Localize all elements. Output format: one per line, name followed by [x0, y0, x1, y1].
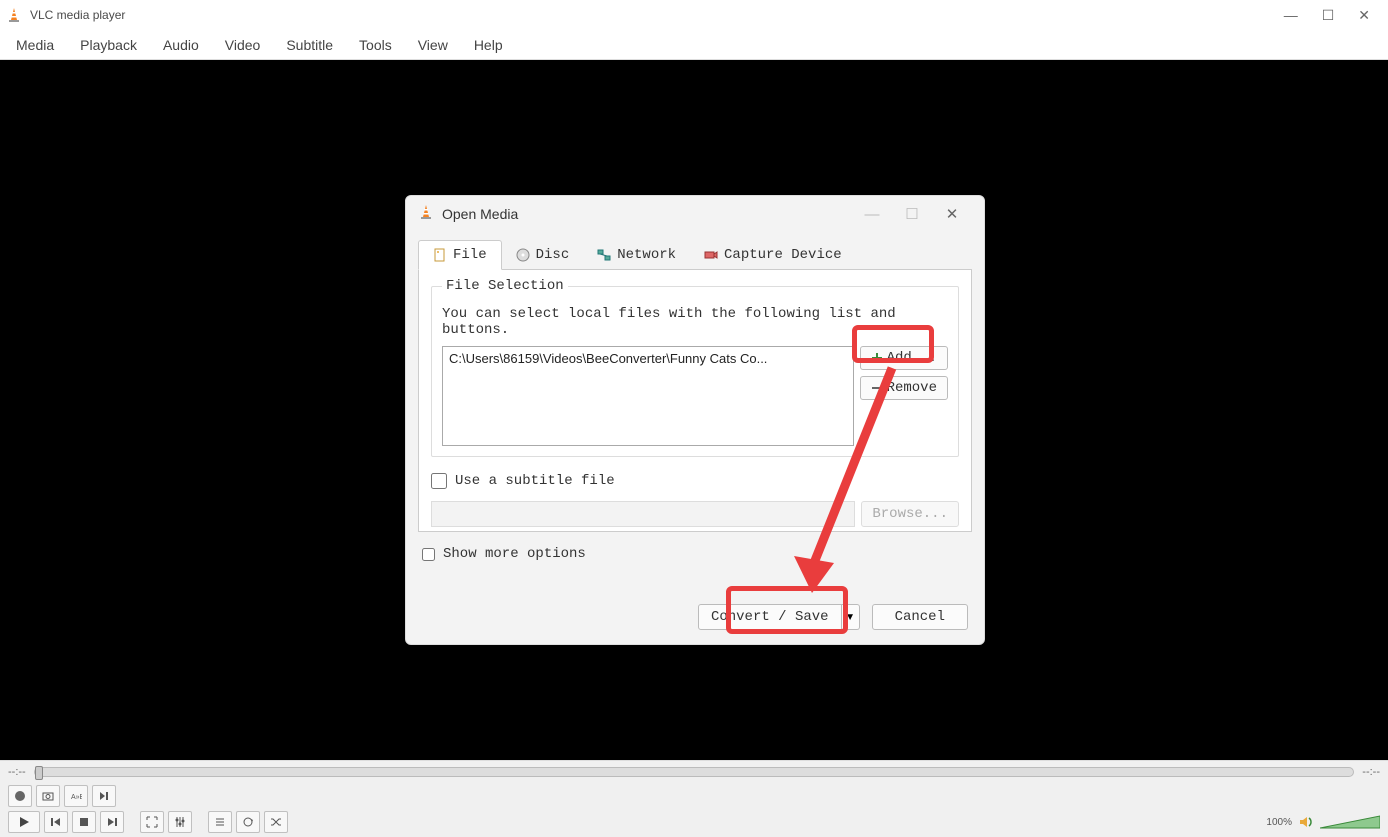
frame-step-button[interactable] [92, 785, 116, 807]
window-controls: — ☐ ✕ [1284, 7, 1382, 24]
time-total: --:-- [1362, 766, 1380, 778]
convert-save-dropdown[interactable]: ▼ [842, 604, 860, 630]
dialog-tabs: File Disc Network Capture Device [418, 240, 972, 270]
playlist-button[interactable] [208, 811, 232, 833]
menubar: Media Playback Audio Video Subtitle Tool… [0, 30, 1388, 60]
dialog-titlebar[interactable]: Open Media — ☐ ✕ [406, 196, 984, 232]
remove-button[interactable]: Remove [860, 376, 948, 400]
show-more-options-checkbox[interactable] [422, 548, 435, 561]
menu-video[interactable]: Video [213, 33, 273, 57]
window-maximize-icon[interactable]: ☐ [1322, 7, 1335, 24]
time-elapsed: --:-- [8, 766, 26, 778]
tab-capture-device[interactable]: Capture Device [690, 240, 856, 269]
window-close-icon[interactable]: ✕ [1358, 7, 1370, 24]
tab-network[interactable]: Network [583, 240, 690, 269]
tab-file[interactable]: File [418, 240, 502, 270]
window-title: VLC media player [30, 8, 1284, 22]
shuffle-button[interactable] [264, 811, 288, 833]
frame-step-icon [98, 790, 110, 802]
extended-settings-button[interactable] [168, 811, 192, 833]
stop-button[interactable] [72, 811, 96, 833]
titlebar: VLC media player — ☐ ✕ [0, 0, 1388, 30]
disc-icon [516, 248, 530, 262]
menu-view[interactable]: View [406, 33, 460, 57]
file-selection-group: File Selection You can select local file… [431, 278, 959, 457]
loop-icon [242, 816, 254, 828]
show-more-options-label: Show more options [443, 546, 586, 562]
file-icon [433, 248, 447, 262]
menu-media[interactable]: Media [4, 33, 66, 57]
dialog-title: Open Media [442, 206, 852, 222]
open-media-dialog: Open Media — ☐ ✕ File Disc Network Captu… [405, 195, 985, 645]
dialog-minimize-icon[interactable]: — [852, 206, 892, 223]
dialog-close-icon[interactable]: ✕ [932, 205, 972, 223]
volume-slider[interactable] [1320, 814, 1380, 830]
skip-forward-icon [106, 816, 118, 828]
stop-icon [78, 816, 90, 828]
snapshot-button[interactable] [36, 785, 60, 807]
seek-handle[interactable] [35, 766, 43, 780]
svg-text:A»B: A»B [71, 794, 82, 801]
vlc-cone-icon [418, 204, 434, 225]
capture-device-icon [704, 248, 718, 262]
subtitle-path-field [431, 501, 855, 527]
window-minimize-icon[interactable]: — [1284, 7, 1298, 24]
minus-icon [871, 382, 883, 394]
bottom-bar: --:-- --:-- A»B 100% [0, 760, 1388, 837]
use-subtitle-checkbox[interactable] [431, 473, 447, 489]
network-icon [597, 248, 611, 262]
tab-disc[interactable]: Disc [502, 240, 584, 269]
vlc-cone-icon [6, 7, 22, 23]
play-icon [18, 816, 30, 828]
file-selection-legend: File Selection [442, 278, 568, 294]
record-icon [15, 791, 25, 801]
seek-row: --:-- --:-- [0, 761, 1388, 783]
cancel-button[interactable]: Cancel [872, 604, 968, 630]
speaker-icon[interactable] [1298, 814, 1314, 830]
loop-button[interactable] [236, 811, 260, 833]
fullscreen-button[interactable] [140, 811, 164, 833]
fullscreen-icon [146, 816, 158, 828]
file-list[interactable]: C:\Users\86159\Videos\BeeConverter\Funny… [442, 346, 854, 446]
atob-loop-button[interactable]: A»B [64, 785, 88, 807]
ab-loop-icon: A»B [70, 790, 82, 802]
convert-save-split-button: Convert / Save ▼ [698, 604, 860, 630]
volume-control: 100% [1266, 814, 1380, 830]
use-subtitle-label: Use a subtitle file [455, 473, 615, 489]
skip-back-icon [50, 816, 62, 828]
shuffle-icon [270, 816, 282, 828]
menu-help[interactable]: Help [462, 33, 515, 57]
equalizer-icon [174, 816, 186, 828]
next-button[interactable] [100, 811, 124, 833]
playlist-icon [214, 816, 226, 828]
seek-slider[interactable] [34, 767, 1355, 777]
record-button[interactable] [8, 785, 32, 807]
previous-button[interactable] [44, 811, 68, 833]
dialog-maximize-icon: ☐ [892, 205, 932, 223]
convert-save-button[interactable]: Convert / Save [698, 604, 842, 630]
file-selection-hint: You can select local files with the foll… [442, 306, 948, 338]
play-button[interactable] [8, 811, 40, 833]
plus-icon [871, 352, 883, 364]
menu-subtitle[interactable]: Subtitle [274, 33, 345, 57]
more-options-row: Show more options [422, 546, 968, 562]
menu-playback[interactable]: Playback [68, 33, 149, 57]
menu-audio[interactable]: Audio [151, 33, 211, 57]
browse-subtitle-button: Browse... [861, 501, 959, 527]
volume-percent: 100% [1266, 817, 1292, 828]
video-area: Open Media — ☐ ✕ File Disc Network Captu… [0, 60, 1388, 760]
menu-tools[interactable]: Tools [347, 33, 404, 57]
camera-icon [42, 790, 54, 802]
add-button[interactable]: Add... [860, 346, 948, 370]
file-list-item[interactable]: C:\Users\86159\Videos\BeeConverter\Funny… [449, 351, 847, 366]
subtitle-checkbox-row: Use a subtitle file [431, 473, 959, 489]
tab-file-panel: File Selection You can select local file… [418, 270, 972, 532]
